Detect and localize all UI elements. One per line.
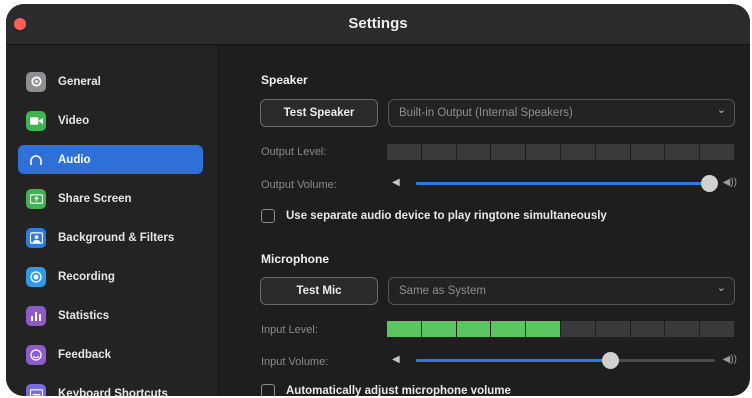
auto-adjust-checkbox[interactable] <box>261 384 275 396</box>
record-icon <box>26 266 46 287</box>
ringtone-checkbox-label: Use separate audio device to play ringto… <box>286 210 607 222</box>
sidebar-item-recording[interactable]: Recording <box>18 262 203 291</box>
sidebar-item-keyboard-shortcuts[interactable]: Keyboard Shortcuts <box>18 379 203 396</box>
sidebar-item-audio[interactable]: Audio <box>18 145 203 174</box>
settings-window: Settings General Video Audio Share Scree… <box>6 4 750 396</box>
sidebar-item-label: Share Screen <box>58 192 132 205</box>
share-screen-icon <box>26 188 46 209</box>
sidebar-item-feedback[interactable]: Feedback <box>18 340 203 369</box>
slider-track <box>416 352 715 369</box>
speaker-device-value: Built-in Output (Internal Speakers) <box>399 107 573 119</box>
level-segment <box>456 144 491 160</box>
input-level-label: Input Level: <box>261 324 318 336</box>
level-segment <box>421 321 456 337</box>
input-volume-slider[interactable]: ◀ ◀)) <box>392 350 737 370</box>
sidebar-item-general[interactable]: General <box>18 67 203 96</box>
volume-high-icon: ◀)) <box>722 354 737 365</box>
sidebar-item-label: Feedback <box>58 348 112 361</box>
level-segment <box>700 321 734 337</box>
test-mic-button[interactable]: Test Mic <box>260 277 378 305</box>
window-title: Settings <box>348 15 408 32</box>
microphone-section-title: Microphone <box>261 252 329 266</box>
level-segment <box>526 321 560 337</box>
slider-knob[interactable] <box>701 175 719 192</box>
level-segment <box>526 144 560 160</box>
volume-low-icon: ◀ <box>392 354 400 365</box>
sidebar-item-label: Keyboard Shortcuts <box>58 387 168 397</box>
sidebar-item-statistics[interactable]: Statistics <box>18 301 203 330</box>
sidebar: General Video Audio Share Screen Backgro… <box>6 45 219 396</box>
volume-low-icon: ◀ <box>392 177 400 188</box>
level-segment <box>421 144 456 160</box>
auto-adjust-checkbox-row[interactable]: Automatically adjust microphone volume <box>261 384 511 396</box>
output-level-meter <box>387 144 734 160</box>
speaker-section-title: Speaker <box>261 73 308 87</box>
microphone-device-select[interactable]: Same as System ⌄ <box>388 277 735 305</box>
input-volume-label: Input Volume: <box>261 356 329 368</box>
level-segment <box>491 144 526 160</box>
bar-chart-icon <box>26 305 46 326</box>
sidebar-item-background-filters[interactable]: Background & Filters <box>18 223 203 252</box>
slider-track <box>416 175 719 192</box>
chevron-down-icon: ⌄ <box>716 104 726 116</box>
level-segment <box>595 321 630 337</box>
ringtone-checkbox[interactable] <box>261 209 275 223</box>
smile-icon <box>26 344 46 365</box>
level-segment <box>700 144 734 160</box>
sidebar-item-label: Background & Filters <box>58 231 175 244</box>
level-segment <box>560 321 595 337</box>
level-segment <box>387 144 421 160</box>
slider-fill <box>416 182 710 185</box>
sidebar-item-label: Video <box>58 114 90 127</box>
output-volume-slider[interactable]: ◀ ◀)) <box>392 173 737 193</box>
sidebar-item-label: Recording <box>58 270 115 283</box>
sidebar-item-label: General <box>58 75 101 88</box>
level-segment <box>560 144 595 160</box>
gear-icon <box>26 71 46 92</box>
video-camera-icon <box>26 110 46 131</box>
level-segment <box>387 321 421 337</box>
level-segment <box>630 321 665 337</box>
sidebar-item-label: Statistics <box>58 309 110 322</box>
background-icon <box>26 227 46 248</box>
speaker-device-select[interactable]: Built-in Output (Internal Speakers) ⌄ <box>388 99 735 127</box>
slider-knob[interactable] <box>602 352 620 369</box>
level-segment <box>491 321 526 337</box>
ringtone-checkbox-row[interactable]: Use separate audio device to play ringto… <box>261 209 607 223</box>
level-segment <box>630 144 665 160</box>
level-segment <box>665 321 700 337</box>
title-bar: Settings <box>6 4 750 45</box>
headphones-icon <box>26 150 46 170</box>
chevron-down-icon: ⌄ <box>716 282 726 294</box>
test-speaker-button[interactable]: Test Speaker <box>260 99 378 127</box>
audio-settings-panel: Speaker Test Speaker Built-in Output (In… <box>219 45 750 396</box>
volume-high-icon: ◀)) <box>722 177 737 188</box>
microphone-device-value: Same as System <box>399 285 486 297</box>
level-segment <box>456 321 491 337</box>
slider-fill <box>416 359 611 362</box>
sidebar-item-label: Audio <box>58 153 91 166</box>
level-segment <box>595 144 630 160</box>
sidebar-item-video[interactable]: Video <box>18 106 203 135</box>
level-segment <box>665 144 700 160</box>
output-volume-label: Output Volume: <box>261 179 337 191</box>
input-level-meter <box>387 321 734 337</box>
auto-adjust-checkbox-label: Automatically adjust microphone volume <box>286 385 511 396</box>
sidebar-item-share-screen[interactable]: Share Screen <box>18 184 203 213</box>
keyboard-icon <box>26 383 46 396</box>
output-level-label: Output Level: <box>261 146 327 158</box>
